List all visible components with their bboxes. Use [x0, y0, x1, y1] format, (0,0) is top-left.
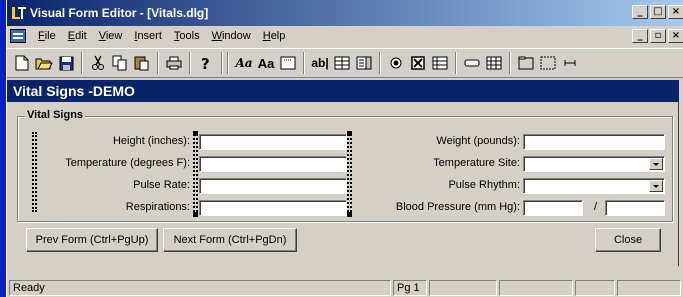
- mdi-minimize-button[interactable]: _: [632, 29, 648, 43]
- checkbox-icon[interactable]: [407, 52, 429, 74]
- grid-table-icon[interactable]: [483, 52, 505, 74]
- mdi-close-button[interactable]: ×: [668, 29, 683, 43]
- status-pane: [429, 280, 497, 296]
- minimize-button[interactable]: _: [632, 5, 648, 19]
- open-folder-icon[interactable]: [33, 52, 55, 74]
- cut-icon[interactable]: [87, 52, 109, 74]
- close-window-button[interactable]: ×: [668, 5, 683, 19]
- new-file-icon[interactable]: [11, 52, 33, 74]
- help-icon[interactable]: ?: [195, 52, 217, 74]
- prev-form-button[interactable]: Prev Form (Ctrl+PgUp): [26, 228, 158, 252]
- bp-diastolic-field[interactable]: [605, 200, 665, 216]
- resize-handle[interactable]: [193, 131, 198, 136]
- bp-separator: /: [594, 201, 598, 213]
- temperature-field[interactable]: [199, 156, 347, 172]
- pulse-rate-field[interactable]: [199, 178, 347, 194]
- font-icon[interactable]: Aa: [255, 52, 277, 74]
- app-icon: [11, 5, 27, 21]
- application-window: Visual Form Editor - [Vitals.dlg] _ □ × …: [6, 0, 683, 297]
- grid-control-icon[interactable]: [331, 52, 353, 74]
- picture-frame-icon[interactable]: [277, 52, 299, 74]
- resize-handle[interactable]: [193, 212, 198, 217]
- window-title: Visual Form Editor - [Vitals.dlg]: [30, 6, 209, 20]
- paste-icon[interactable]: [131, 52, 153, 74]
- selection-grip-right[interactable]: [347, 138, 352, 212]
- temperature-site-label: Temperature Site:: [433, 157, 520, 169]
- list-control-icon[interactable]: [353, 52, 375, 74]
- radio-button-icon[interactable]: [385, 52, 407, 74]
- menu-window[interactable]: Window: [206, 30, 257, 42]
- status-text: Ready: [9, 280, 391, 296]
- mdi-restore-button[interactable]: ▫: [650, 29, 666, 43]
- group-title: Vital Signs: [25, 109, 86, 121]
- menu-tools[interactable]: Tools: [168, 30, 206, 42]
- weight-label: Weight (pounds):: [436, 135, 520, 147]
- chevron-down-icon[interactable]: [649, 158, 663, 170]
- selection-grip-strip[interactable]: [32, 132, 37, 212]
- menu-view[interactable]: View: [93, 30, 129, 42]
- menu-file[interactable]: File: [32, 30, 62, 42]
- toolbar: ? Aa Aa ab|: [7, 48, 683, 78]
- bp-systolic-field[interactable]: [523, 200, 583, 216]
- form-canvas: Vital Signs Height (inches): Temperature…: [7, 102, 679, 266]
- close-button[interactable]: Close: [595, 228, 661, 252]
- link-icon[interactable]: [559, 52, 581, 74]
- status-bar: Ready Pg 1: [7, 278, 683, 297]
- pulse-rhythm-label: Pulse Rhythm:: [448, 179, 520, 191]
- height-label: Height (inches):: [112, 135, 190, 147]
- status-pane: [617, 280, 681, 296]
- menu-bar: File Edit View Insert Tools Window Help …: [7, 26, 683, 46]
- italic-font-icon[interactable]: Aa: [233, 52, 255, 74]
- status-pane: [575, 280, 615, 296]
- respirations-label: Respirations:: [125, 201, 190, 213]
- menu-edit[interactable]: Edit: [62, 30, 93, 42]
- next-form-button[interactable]: Next Form (Ctrl+PgDn): [163, 228, 297, 252]
- save-icon[interactable]: [55, 52, 77, 74]
- menu-help[interactable]: Help: [257, 30, 292, 42]
- pulse-rate-label: Pulse Rate:: [133, 179, 190, 191]
- table-control-icon[interactable]: [429, 52, 451, 74]
- label-tool-icon[interactable]: ab|: [309, 52, 331, 74]
- selection-grip-left[interactable]: [193, 138, 198, 212]
- svg-text:?: ?: [201, 55, 210, 71]
- resize-handle[interactable]: [347, 212, 352, 217]
- document-icon[interactable]: [10, 29, 26, 43]
- frame-icon[interactable]: [515, 52, 537, 74]
- copy-icon[interactable]: [109, 52, 131, 74]
- resize-handle[interactable]: [347, 131, 352, 136]
- temperature-label: Temperature (degrees F):: [65, 157, 190, 169]
- maximize-button[interactable]: □: [650, 5, 666, 19]
- print-icon[interactable]: [163, 52, 185, 74]
- height-field[interactable]: [199, 134, 347, 150]
- weight-field[interactable]: [523, 134, 665, 150]
- status-pane: [499, 280, 573, 296]
- group-box-icon[interactable]: [537, 52, 559, 74]
- menu-insert[interactable]: Insert: [128, 30, 168, 42]
- button-control-icon[interactable]: [461, 52, 483, 74]
- temperature-site-combo[interactable]: [523, 156, 665, 172]
- chevron-down-icon[interactable]: [649, 180, 663, 192]
- pulse-rhythm-combo[interactable]: [523, 178, 665, 194]
- status-page: Pg 1: [393, 280, 427, 296]
- blood-pressure-label: Blood Pressure (mm Hg):: [395, 201, 520, 213]
- title-bar[interactable]: Visual Form Editor - [Vitals.dlg] _ □ ×: [7, 0, 683, 26]
- respirations-field[interactable]: [199, 200, 347, 216]
- form-title-bar[interactable]: Vital Signs -DEMO: [7, 80, 679, 102]
